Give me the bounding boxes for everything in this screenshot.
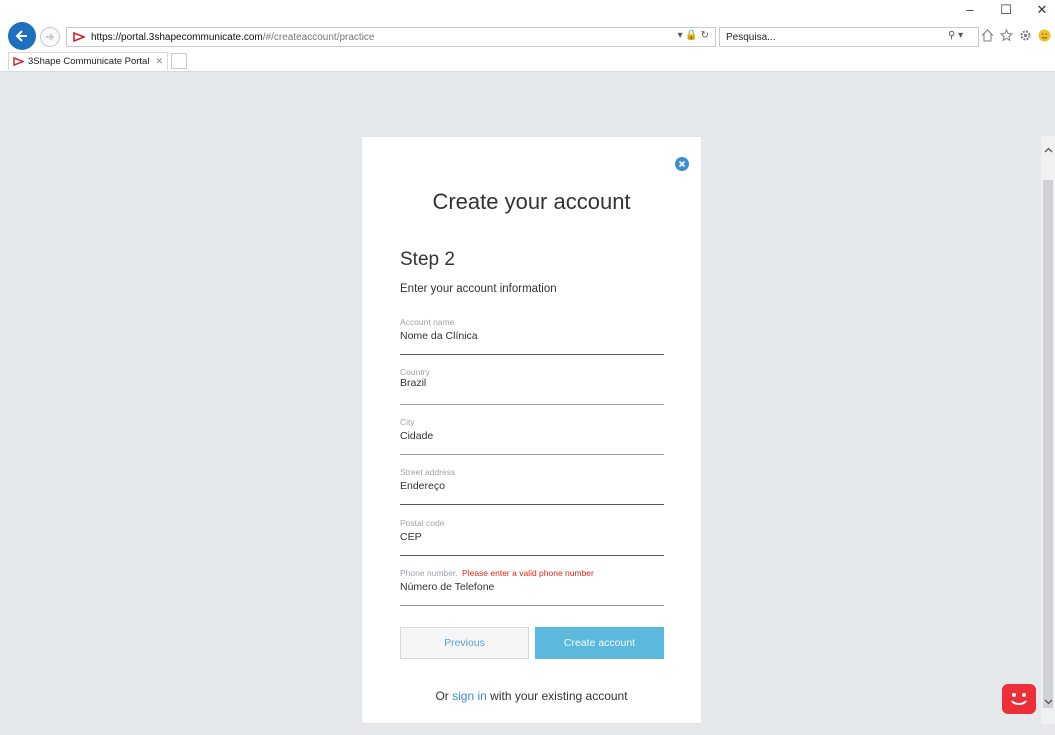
close-icon: [678, 160, 686, 168]
account-name-field[interactable]: Account name Nome da Clínica: [400, 317, 664, 355]
gear-icon[interactable]: [1019, 29, 1032, 42]
field-underline: [400, 605, 664, 606]
phone-number-label-row: Phone number. Please enter a valid phone…: [400, 568, 664, 578]
field-underline: [400, 503, 664, 505]
step-heading: Step 2: [400, 249, 455, 270]
maximize-button[interactable]: ☐: [999, 2, 1013, 18]
street-address-field[interactable]: Street address Endereço: [400, 467, 664, 505]
step-description: Enter your account information: [400, 283, 557, 295]
url-path: /#/createaccount/practice: [262, 31, 375, 43]
url-base: https://portal.3shapecommunicate.com: [91, 31, 263, 43]
site-logo-icon: [13, 57, 24, 66]
previous-button[interactable]: Previous: [400, 627, 529, 659]
browser-chrome: – ☐ ✕ https://portal.3shapecommunicate.c…: [0, 0, 1055, 72]
field-underline: [400, 353, 664, 355]
address-bar[interactable]: https://portal.3shapecommunicate.com /#/…: [66, 27, 716, 47]
street-address-label: Street address: [400, 467, 456, 477]
tab-title: 3Shape Communicate Portal: [28, 56, 150, 67]
sign-in-suffix: with your existing account: [490, 689, 628, 703]
address-controls[interactable]: ▾ 🔒 ↻: [678, 30, 709, 41]
country-value: Brazil: [400, 377, 427, 389]
search-input[interactable]: Pesquisa...: [719, 27, 979, 47]
street-address-value: Endereço: [400, 480, 445, 492]
site-logo-icon: [73, 32, 85, 42]
close-dialog-button[interactable]: [675, 157, 689, 171]
close-window-button[interactable]: ✕: [1035, 2, 1049, 18]
minimize-button[interactable]: –: [963, 2, 977, 18]
tab-3shape-portal[interactable]: 3Shape Communicate Portal ✕: [8, 52, 169, 70]
postal-code-value: CEP: [400, 531, 422, 543]
browser-toolbar: [981, 29, 1051, 42]
create-account-dialog: Create your account Step 2 Enter your ac…: [361, 136, 702, 724]
close-tab-icon[interactable]: ✕: [155, 56, 163, 67]
new-tab-button[interactable]: [171, 53, 188, 69]
field-underline: [400, 454, 664, 455]
create-account-button[interactable]: Create account: [535, 627, 664, 659]
search-icon[interactable]: ⚲ ▾: [948, 30, 963, 41]
chevron-down-icon: [1044, 699, 1052, 705]
city-field[interactable]: City Cidade: [400, 417, 664, 455]
smiley-icon[interactable]: [1038, 29, 1051, 42]
postal-code-field[interactable]: Postal code CEP: [400, 518, 664, 556]
page-scrollbar[interactable]: [1041, 136, 1055, 724]
search-placeholder: Pesquisa...: [726, 31, 776, 43]
arrow-left-icon: [15, 30, 27, 42]
sign-in-prompt: Or sign in with your existing account: [362, 689, 701, 703]
tab-bar: 3Shape Communicate Portal ✕: [8, 52, 188, 70]
chevron-up-icon: [1044, 147, 1052, 153]
arrow-right-icon: [46, 33, 55, 41]
phone-number-value: Número de Telefone: [400, 581, 495, 593]
sign-in-prefix: Or: [435, 689, 449, 703]
scroll-thumb[interactable]: [1043, 180, 1053, 708]
sign-in-link[interactable]: sign in: [452, 689, 487, 703]
postal-code-label: Postal code: [400, 518, 445, 528]
country-field[interactable]: Country Brazil: [400, 367, 664, 405]
chat-face-icon: [1011, 693, 1027, 705]
city-value: Cidade: [400, 430, 434, 442]
country-label: Country: [400, 367, 430, 377]
home-icon[interactable]: [981, 29, 994, 42]
forward-button[interactable]: [40, 27, 60, 47]
city-label: City: [400, 417, 415, 427]
star-icon[interactable]: [1000, 29, 1013, 42]
scroll-down-button[interactable]: [1041, 696, 1055, 708]
account-name-label: Account name: [400, 317, 455, 327]
scroll-up-button[interactable]: [1041, 144, 1055, 156]
account-name-value: Nome da Clínica: [400, 330, 478, 342]
phone-error-message: Please enter a valid phone number: [462, 568, 594, 578]
dialog-title: Create your account: [432, 189, 631, 214]
navigation-row: https://portal.3shapecommunicate.com /#/…: [8, 22, 1055, 50]
field-underline: [400, 554, 664, 556]
phone-number-field[interactable]: Phone number. Please enter a valid phone…: [400, 568, 664, 606]
chat-widget-button[interactable]: [1002, 684, 1036, 714]
field-underline: [400, 404, 664, 405]
phone-number-label: Phone number.: [400, 568, 458, 578]
back-button[interactable]: [8, 22, 36, 50]
window-controls: – ☐ ✕: [963, 2, 1049, 18]
